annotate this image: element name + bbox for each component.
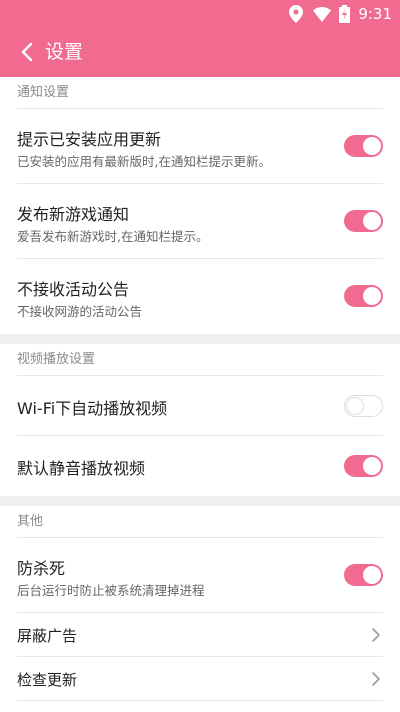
app-bar: 设置 (0, 28, 400, 77)
setting-title: 检查更新 (17, 671, 78, 689)
setting-block-ads[interactable]: 屏蔽广告 (17, 613, 383, 657)
toggle-knob (363, 137, 381, 155)
page-title: 设置 (45, 41, 84, 63)
toggle-knob (346, 397, 364, 415)
toggle-wifi-autoplay[interactable] (344, 395, 383, 417)
toggle-mute-play[interactable] (344, 455, 383, 477)
chevron-right-icon (371, 671, 381, 687)
status-icons: 9:31 (289, 4, 392, 24)
toggle-knob (363, 287, 381, 305)
toggle-no-activity-notice[interactable] (344, 285, 383, 307)
toggle-knob (363, 212, 381, 230)
setting-anti-kill: 防杀死 后台运行时防止被系统清理掉进程 (17, 538, 383, 613)
setting-title: 提示已安装应用更新 (17, 130, 162, 149)
section-header-notifications: 通知设置 (17, 85, 70, 100)
setting-subtitle: 已安装的应用有最新版时,在通知栏提示更新。 (17, 154, 271, 169)
setting-check-update[interactable]: 检查更新 (17, 657, 383, 701)
setting-new-game-notify: 发布新游戏通知 爱吾发布新游戏时,在通知栏提示。 (17, 184, 383, 259)
setting-title: Wi-Fi下自动播放视频 (17, 399, 168, 418)
toggle-installed-app-update[interactable] (344, 135, 383, 157)
setting-title: 防杀死 (17, 559, 66, 578)
status-time: 9:31 (358, 5, 392, 23)
setting-mute-play: 默认静音播放视频 (17, 436, 383, 496)
section-gap (0, 334, 400, 344)
setting-title: 发布新游戏通知 (17, 205, 130, 224)
setting-subtitle: 爱吾发布新游戏时,在通知栏提示。 (17, 229, 209, 244)
location-icon (289, 5, 304, 23)
section-gap (0, 496, 400, 506)
setting-installed-app-update: 提示已安装应用更新 已安装的应用有最新版时,在通知栏提示更新。 (17, 109, 383, 184)
section-header-other: 其他 (17, 514, 44, 529)
setting-wifi-autoplay: Wi-Fi下自动播放视频 (17, 376, 383, 436)
battery-icon (339, 5, 351, 23)
status-bar: 9:31 (0, 0, 400, 28)
setting-title: 屏蔽广告 (17, 627, 78, 645)
chevron-right-icon (371, 627, 381, 643)
setting-title: 默认静音播放视频 (17, 459, 146, 478)
settings-list: 通知设置 提示已安装应用更新 已安装的应用有最新版时,在通知栏提示更新。 发布新… (0, 77, 400, 701)
setting-subtitle: 后台运行时防止被系统清理掉进程 (17, 583, 205, 598)
setting-title: 不接收活动公告 (17, 280, 130, 299)
toggle-anti-kill[interactable] (344, 564, 383, 586)
setting-no-activity-notice: 不接收活动公告 不接收网游的活动公告 (17, 259, 383, 334)
toggle-knob (363, 457, 381, 475)
wifi-icon (313, 6, 332, 22)
toggle-knob (363, 566, 381, 584)
back-arrow-icon[interactable] (16, 40, 40, 64)
toggle-new-game-notify[interactable] (344, 210, 383, 232)
section-header-video: 视频播放设置 (17, 352, 96, 367)
setting-subtitle: 不接收网游的活动公告 (17, 304, 143, 319)
